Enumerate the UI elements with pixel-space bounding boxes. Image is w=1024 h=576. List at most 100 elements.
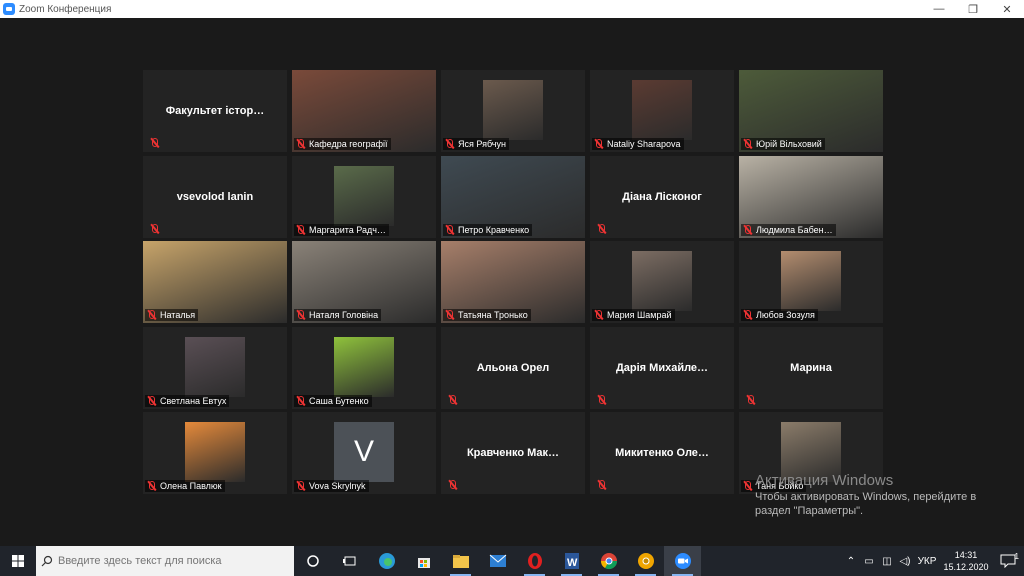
participant-tile[interactable]: Альона Орел (441, 326, 585, 409)
window-titlebar: Zoom Конференция — ❐ ✕ (0, 0, 1024, 18)
taskbar-clock[interactable]: 14:31 15.12.2020 (940, 549, 992, 573)
mail-icon[interactable] (479, 546, 516, 576)
participant-name: Юрій Вільховий (756, 139, 822, 149)
participant-name-label: Людмила Бабен… (741, 223, 836, 236)
participant-display-name: Кравченко Мак… (466, 447, 560, 459)
zoom-taskbar-icon[interactable] (664, 546, 701, 576)
gallery-grid: Факультет істор… Кафедра географії Яся Ряб… (143, 70, 883, 494)
notification-center-icon[interactable]: 1 (992, 546, 1024, 576)
microphone-muted-icon (742, 224, 753, 235)
participant-tile[interactable]: Факультет істор… (143, 70, 287, 152)
participant-display-name: Марина (790, 361, 832, 374)
task-view-icon[interactable] (331, 546, 368, 576)
file-explorer-icon[interactable] (442, 546, 479, 576)
opera-icon[interactable] (516, 546, 553, 576)
participant-tile[interactable]: vsevolod lanin (143, 155, 287, 238)
participant-name-label: Петро Кравченко (443, 223, 533, 236)
maximize-button[interactable]: ❐ (956, 0, 990, 18)
participant-tile[interactable]: Светлана Евтух (143, 326, 287, 409)
participant-name-label: Татьяна Тронько (443, 309, 531, 321)
participant-name-label: Светлана Евтух (145, 394, 230, 407)
participant-name-label: Маргарита Радч… (294, 223, 389, 236)
participant-tile[interactable]: Саша Бутенко (292, 326, 436, 409)
system-tray: ⌃ ▭ ◫ ◁) УКР 14:31 15.12.2020 1 (842, 546, 1024, 576)
windows-logo-icon (12, 555, 24, 567)
participant-video (483, 80, 543, 140)
microphone-muted-icon (149, 138, 160, 148)
notification-count: 1 (1014, 552, 1019, 561)
participant-name: Людмила Бабен… (756, 224, 833, 235)
participant-tile[interactable]: Яся Рябчун (441, 70, 585, 152)
participant-name-label: Олена Павлюк (145, 480, 225, 492)
participant-video (632, 251, 692, 311)
participant-name-label: Юрій Вільховий (741, 138, 825, 150)
participant-display-name: Микитенко Оле… (615, 447, 709, 459)
participant-tile[interactable]: Татьяна Тронько (441, 241, 585, 323)
cortana-icon[interactable] (294, 546, 331, 576)
participant-name-label: Наталя Головіна (294, 309, 382, 321)
participant-name: Татьяна Тронько (458, 310, 528, 320)
microphone-muted-icon (447, 480, 458, 490)
participant-tile[interactable]: Людмила Бабен… (739, 155, 883, 238)
microphone-muted-icon (596, 394, 607, 405)
participant-name: Маргарита Радч… (309, 224, 386, 235)
window-title: Zoom Конференция (19, 3, 112, 15)
participant-display-name: Альона Орел (476, 361, 550, 374)
microphone-muted-icon (593, 139, 604, 149)
participant-name: Наталя Головіна (309, 310, 379, 320)
participant-avatar: V (334, 422, 394, 482)
microphone-muted-icon (146, 310, 157, 320)
network-icon[interactable]: ◫ (878, 546, 896, 576)
battery-icon[interactable]: ▭ (860, 546, 878, 576)
participant-tile[interactable]: Олена Павлюк (143, 412, 287, 494)
participant-tile[interactable]: Юрій Вільховий (739, 70, 883, 152)
zoom-app-icon (3, 3, 15, 15)
participant-tile[interactable]: Микитенко Оле… (590, 412, 734, 494)
show-hidden-icons-chevron-icon[interactable]: ⌃ (842, 546, 860, 576)
store-icon[interactable] (405, 546, 442, 576)
participant-tile[interactable]: Мария Шамрай (590, 241, 734, 323)
taskbar-search-box[interactable] (36, 546, 294, 576)
participant-name: Олена Павлюк (160, 481, 222, 491)
microphone-muted-icon (295, 224, 306, 235)
microphone-muted-icon (295, 395, 306, 406)
participant-name: Кафедра географії (309, 139, 388, 149)
edge-icon[interactable] (368, 546, 405, 576)
participant-tile[interactable]: Любов Зозуля (739, 241, 883, 323)
microphone-muted-icon (745, 394, 756, 405)
participant-tile[interactable]: V Vova Skrylnyk (292, 412, 436, 494)
microphone-muted-icon (596, 480, 607, 490)
participant-name: Саша Бутенко (309, 395, 369, 406)
search-input[interactable] (58, 555, 278, 567)
participant-video (632, 80, 692, 140)
participant-video (334, 165, 394, 226)
participant-display-name: vsevolod lanin (176, 190, 254, 203)
microphone-muted-icon (596, 223, 607, 234)
participant-display-name: Діана Лісконог (622, 190, 702, 203)
participant-tile[interactable]: Петро Кравченко (441, 155, 585, 238)
chrome-canary-icon[interactable] (627, 546, 664, 576)
start-button[interactable] (0, 546, 36, 576)
word-icon[interactable]: W (553, 546, 590, 576)
participant-tile[interactable]: Кафедра географії (292, 70, 436, 152)
participant-tile[interactable]: Кравченко Мак… (441, 412, 585, 494)
participant-tile[interactable]: Марина (739, 326, 883, 409)
taskbar: W ⌃ ▭ ◫ ◁) УКР 14:31 15.12.2020 1 (0, 546, 1024, 576)
participant-tile[interactable]: Наталя Головіна (292, 241, 436, 323)
participant-name-label: Nataliy Sharapova (592, 138, 684, 150)
minimize-button[interactable]: — (922, 0, 956, 18)
microphone-muted-icon (742, 310, 753, 320)
participant-tile[interactable]: Наталья (143, 241, 287, 323)
close-button[interactable]: ✕ (990, 0, 1024, 18)
clock-date: 15.12.2020 (943, 562, 989, 572)
participant-display-name: Факультет істор… (165, 105, 265, 117)
participant-tile[interactable]: Дарія Михайле… (590, 326, 734, 409)
input-language-indicator[interactable]: УКР (914, 546, 940, 576)
chrome-icon[interactable] (590, 546, 627, 576)
participant-tile[interactable]: Маргарита Радч… (292, 155, 436, 238)
search-icon (36, 546, 58, 576)
participant-tile[interactable]: Діана Лісконог (590, 155, 734, 238)
participant-tile[interactable]: Nataliy Sharapova (590, 70, 734, 152)
microphone-muted-icon (444, 224, 455, 235)
volume-icon[interactable]: ◁) (896, 546, 914, 576)
